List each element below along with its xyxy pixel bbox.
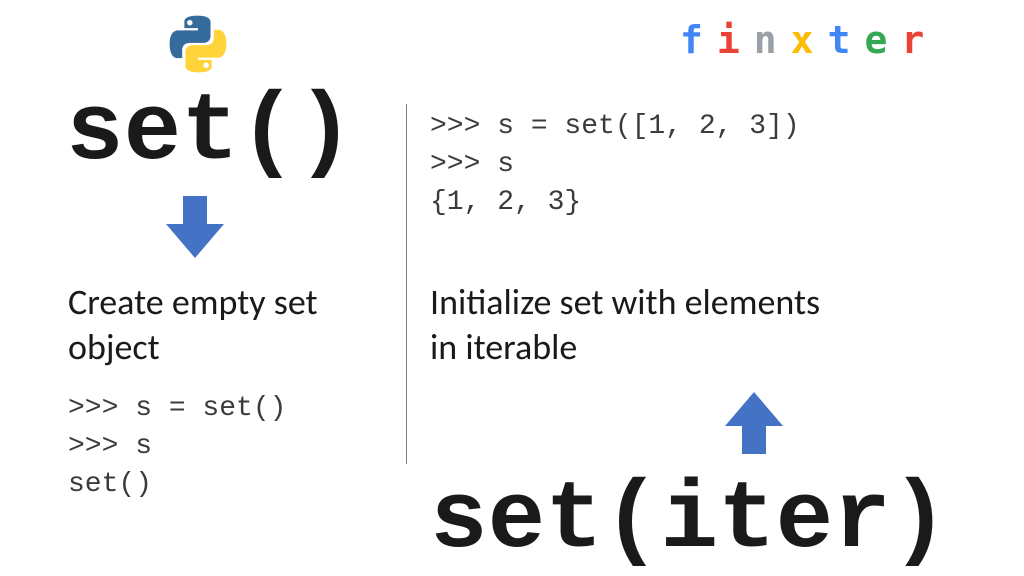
- finxter-letter-r: r: [901, 18, 938, 62]
- title-set-empty: set(): [66, 78, 354, 187]
- code-empty-set: >>> s = set() >>> s set(): [68, 390, 286, 503]
- finxter-letter-x: x: [791, 18, 828, 62]
- finxter-letter-i: i: [717, 18, 754, 62]
- code-set-iterable: >>> s = set([1, 2, 3]) >>> s {1, 2, 3}: [430, 108, 800, 221]
- finxter-letter-t: t: [828, 18, 865, 62]
- vertical-divider: [406, 104, 407, 464]
- description-empty-set: Create empty set object: [68, 280, 388, 370]
- finxter-letter-f: f: [680, 18, 717, 62]
- arrow-up-icon: [725, 392, 783, 459]
- title-set-iter: set(iter): [430, 466, 948, 575]
- finxter-letter-n: n: [754, 18, 791, 62]
- finxter-logo: finxter: [680, 18, 938, 62]
- arrow-down-icon: [166, 196, 224, 263]
- finxter-letter-e: e: [864, 18, 901, 62]
- description-set-iterable: Initialize set with elements in iterable: [430, 280, 850, 370]
- python-logo-icon: [168, 14, 228, 74]
